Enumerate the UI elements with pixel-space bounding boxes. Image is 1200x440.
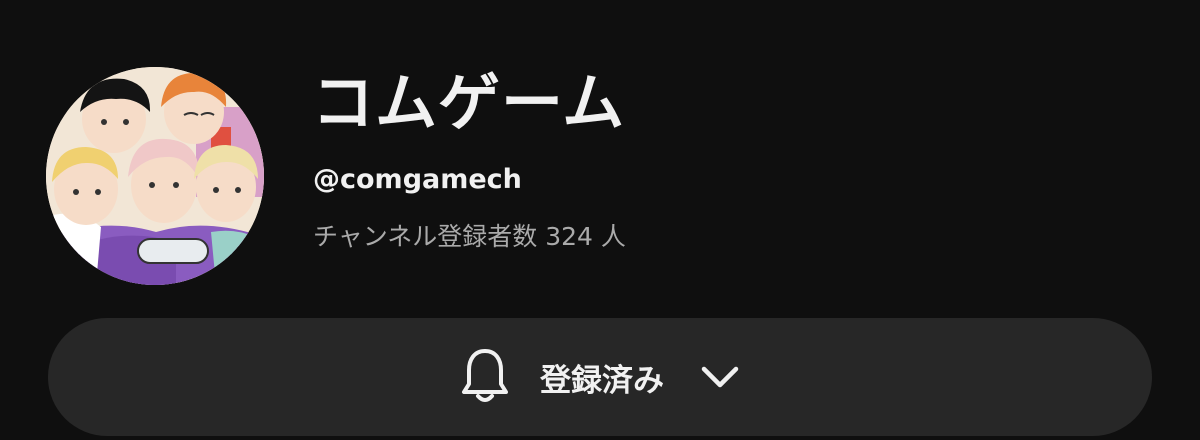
channel-avatar[interactable] <box>46 67 264 285</box>
subscriber-count: チャンネル登録者数 324 人 <box>313 222 626 251</box>
subscribed-button[interactable]: 登録済み <box>48 318 1152 436</box>
subscribed-label: 登録済み <box>540 362 664 399</box>
chevron-down-icon <box>701 366 739 388</box>
channel-name: コムゲーム <box>312 66 626 139</box>
avatar-illustration <box>46 67 264 285</box>
bell-icon <box>462 349 508 402</box>
channel-handle: @comgamech <box>313 164 522 195</box>
